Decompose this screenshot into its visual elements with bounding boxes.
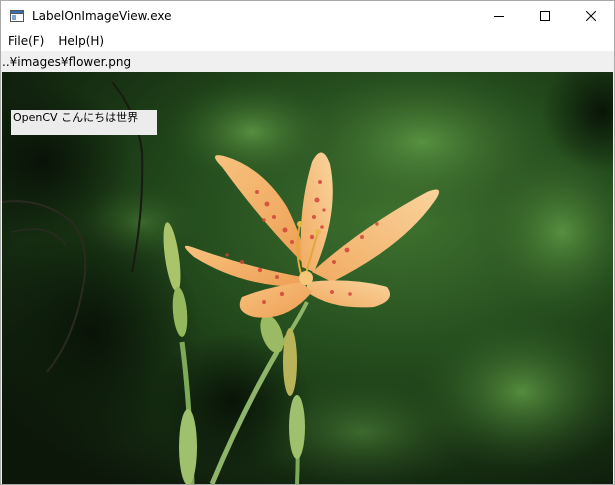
caption-buttons (476, 1, 614, 31)
minimize-icon (494, 16, 504, 17)
window-title: LabelOnImageView.exe (32, 9, 172, 23)
title-bar[interactable]: LabelOnImageView.exe (1, 1, 614, 31)
menu-help[interactable]: Help(H) (51, 31, 111, 51)
close-icon (586, 11, 596, 21)
file-path-label: ..¥images¥flower.png (2, 55, 132, 69)
menu-bar: File(F) Help(H) (1, 31, 614, 51)
path-bar: ..¥images¥flower.png (1, 52, 614, 72)
menu-file[interactable]: File(F) (1, 31, 51, 51)
maximize-icon (540, 11, 550, 21)
minimize-button[interactable] (476, 1, 522, 31)
image-overlay-label: OpenCV こんにちは世界 (11, 110, 157, 135)
app-window-icon (9, 8, 25, 24)
maximize-button[interactable] (522, 1, 568, 31)
image-view[interactable]: OpenCV こんにちは世界 (2, 72, 613, 484)
close-button[interactable] (568, 1, 614, 31)
app-window: LabelOnImageView.exe File(F) Help(H) ..¥… (0, 0, 615, 485)
